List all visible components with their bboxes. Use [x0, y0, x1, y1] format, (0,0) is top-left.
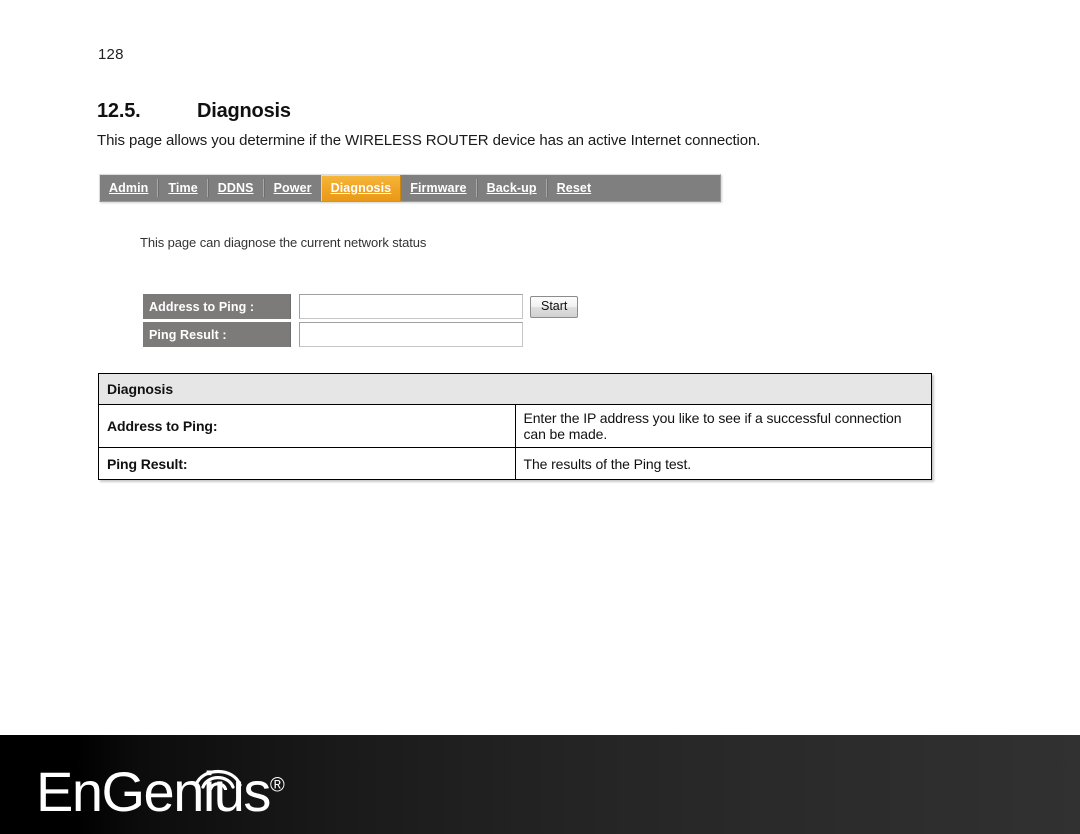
- tab-ddns[interactable]: DDNS: [209, 175, 263, 201]
- page-number: 128: [98, 46, 124, 63]
- table-row: Address to Ping: Enter the IP address yo…: [98, 404, 932, 448]
- engenius-logo: EnGenius®: [36, 750, 285, 820]
- intro-paragraph: This page allows you determine if the WI…: [97, 132, 761, 149]
- tab-admin[interactable]: Admin: [100, 175, 157, 201]
- page-title: 12.5. Diagnosis: [97, 100, 291, 123]
- tab-diagnosis[interactable]: Diagnosis: [320, 175, 402, 201]
- page-footer: EnGenius®: [0, 735, 1080, 834]
- panel-note: This page can diagnose the current netwo…: [140, 235, 427, 250]
- description-table: Diagnosis Address to Ping: Enter the IP …: [98, 373, 932, 480]
- table-row-value: Enter the IP address you like to see if …: [514, 404, 932, 448]
- section-number: 12.5.: [97, 100, 141, 122]
- address-to-ping-label: Address to Ping :: [143, 294, 291, 319]
- tab-firmware[interactable]: Firmware: [401, 175, 475, 201]
- table-row-key: Address to Ping:: [98, 404, 516, 448]
- logo-wordmark: EnGenius®: [36, 764, 285, 820]
- address-to-ping-input[interactable]: [299, 294, 523, 319]
- tab-reset[interactable]: Reset: [548, 175, 601, 201]
- form-row-address-to-ping: Address to Ping : Start: [143, 294, 579, 319]
- table-row: Ping Result: The results of the Ping tes…: [98, 447, 932, 480]
- table-row-key: Ping Result:: [98, 447, 516, 480]
- tab-bar: Admin Time DDNS Power Diagnosis Firmware…: [99, 174, 721, 202]
- diagnosis-form: Address to Ping : Start Ping Result :: [143, 294, 579, 350]
- start-button[interactable]: Start: [530, 295, 579, 318]
- logo-brand-text: EnGenius: [36, 760, 271, 823]
- section-title: Diagnosis: [197, 100, 291, 122]
- table-row-value: The results of the Ping test.: [514, 447, 932, 480]
- registered-trademark-icon: ®: [269, 774, 285, 797]
- tab-backup[interactable]: Back-up: [478, 175, 546, 201]
- table-header-row: Diagnosis: [98, 373, 932, 405]
- ping-result-input[interactable]: [299, 322, 523, 347]
- form-row-ping-result: Ping Result :: [143, 322, 578, 347]
- manual-page: 128 12.5. Diagnosis This page allows you …: [0, 0, 1080, 735]
- table-header-title: Diagnosis: [98, 373, 932, 405]
- tab-power[interactable]: Power: [265, 175, 321, 201]
- tab-time[interactable]: Time: [159, 175, 206, 201]
- ping-result-label: Ping Result :: [143, 322, 291, 347]
